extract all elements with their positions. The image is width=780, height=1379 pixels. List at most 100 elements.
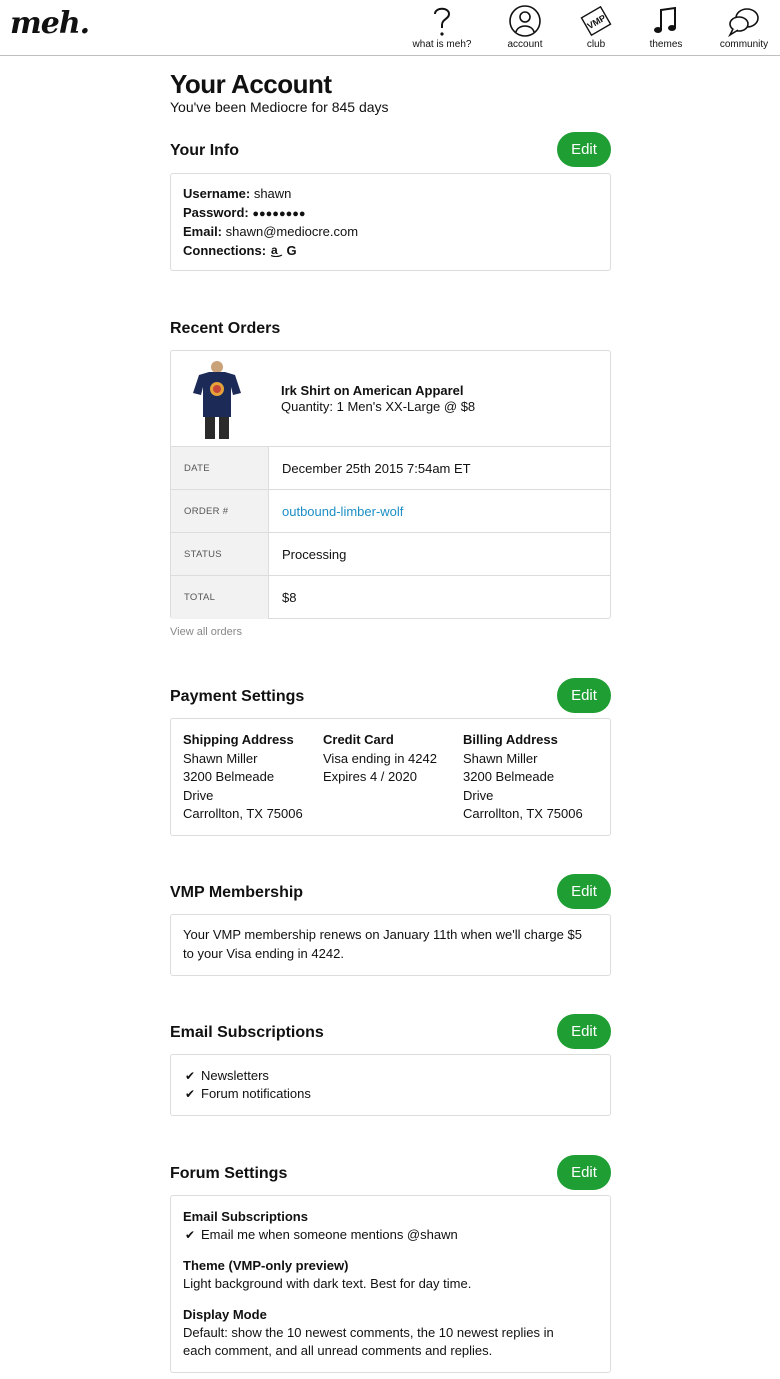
billing-name: Shawn Miller xyxy=(463,750,538,766)
row-label: DATE xyxy=(171,447,269,489)
section-title: VMP Membership xyxy=(170,884,304,901)
connections-line: Connections: a G xyxy=(183,242,598,261)
order-number-link[interactable]: outbound-limber-wolf xyxy=(282,490,403,533)
row-label: ORDER # xyxy=(171,490,269,532)
meh-logo[interactable]: meh. xyxy=(10,6,90,41)
section-title: Payment Settings xyxy=(170,688,305,705)
edit-forum-settings-button[interactable]: Edit xyxy=(557,1155,611,1190)
shipping-street2: Drive xyxy=(183,787,214,803)
user-icon xyxy=(509,5,541,37)
email-value: shawn@mediocre.com xyxy=(225,224,359,239)
edit-vmp-button[interactable]: Edit xyxy=(557,874,611,909)
email-subscriptions-card: ✔ Newsletters ✔ Forum notifications xyxy=(170,1054,611,1116)
order-quantity: Quantity: 1 Men's XX-Large @ $8 xyxy=(281,399,476,414)
card-title: Credit Card xyxy=(323,732,394,747)
billing-address: Billing Address Shawn Miller 3200 Belmea… xyxy=(463,731,583,824)
forum-display-heading: Display Mode xyxy=(183,1307,267,1322)
billing-street2: Drive xyxy=(463,787,494,803)
nav-label: what is meh? xyxy=(412,39,472,50)
row-label: STATUS xyxy=(171,533,269,575)
checkmark-icon: ✔ xyxy=(185,1087,196,1101)
recent-orders-header: Recent Orders xyxy=(170,310,611,346)
username-value: shawn xyxy=(253,186,292,201)
email-subscriptions-header: Email Subscriptions Edit xyxy=(170,1014,611,1050)
payment-settings-card: Shipping Address Shawn Miller 3200 Belme… xyxy=(170,718,611,836)
nav-label: themes xyxy=(649,39,683,50)
nav-label: community xyxy=(719,39,769,50)
forum-settings-header: Forum Settings Edit xyxy=(170,1155,611,1191)
svg-text:G: G xyxy=(287,244,297,257)
order-summary: Irk Shirt on American Apparel Quantity: … xyxy=(171,351,610,447)
credit-card: Credit Card Visa ending in 4242 Expires … xyxy=(323,731,437,787)
nav-themes[interactable]: themes xyxy=(630,0,702,55)
email-label: Email: xyxy=(183,224,223,239)
order-status: Processing xyxy=(282,547,347,562)
section-title: Email Subscriptions xyxy=(170,1024,324,1041)
vmp-line1: Your VMP membership renews on January 11… xyxy=(183,927,582,942)
shipping-title: Shipping Address xyxy=(183,732,294,747)
forum-email-item: ✔ Email me when someone mentions @shawn xyxy=(183,1226,598,1244)
order-product-name[interactable]: Irk Shirt on American Apparel xyxy=(281,383,464,398)
billing-city: Carrollton, TX 75006 xyxy=(463,806,583,821)
forum-email-label: Email me when someone mentions @shawn xyxy=(201,1227,458,1242)
shipping-address: Shipping Address Shawn Miller 3200 Belme… xyxy=(183,731,303,824)
shipping-street1: 3200 Belmeade xyxy=(183,769,275,784)
nav-label: account xyxy=(507,39,543,50)
connections-label: Connections: xyxy=(183,242,267,258)
billing-street1: 3200 Belmeade xyxy=(463,769,555,784)
section-title: Your Info xyxy=(170,142,240,159)
forum-email-heading: Email Subscriptions xyxy=(183,1209,308,1224)
card-line1: Visa ending in 4242 xyxy=(323,750,437,766)
order-date: December 25th 2015 7:54am ET xyxy=(282,461,471,476)
shipping-name: Shawn Miller xyxy=(183,750,258,766)
edit-email-subscriptions-button[interactable]: Edit xyxy=(557,1014,611,1049)
password-label: Password: xyxy=(183,204,249,220)
shipping-city: Carrollton, TX 75006 xyxy=(183,806,303,821)
order-total-row: TOTAL $8 xyxy=(171,576,610,619)
nav-community[interactable]: community xyxy=(708,0,780,55)
edit-your-info-button[interactable]: Edit xyxy=(557,132,611,167)
nav-what-is-meh[interactable]: what is meh? xyxy=(406,0,478,55)
edit-payment-button[interactable]: Edit xyxy=(557,678,611,713)
forum-theme-text: Light background with dark text. Best fo… xyxy=(183,1276,472,1291)
forum-display-line1: Default: show the 10 newest comments, th… xyxy=(183,1325,554,1340)
order-date-row: DATE December 25th 2015 7:54am ET xyxy=(171,447,610,490)
card-line2: Expires 4 / 2020 xyxy=(323,769,417,784)
vmp-icon: VMP xyxy=(580,5,612,37)
subscription-item: ✔ Newsletters xyxy=(185,1067,596,1085)
order-number-row: ORDER # outbound-limber-wolf xyxy=(171,490,610,533)
vmp-membership-card: Your VMP membership renews on January 11… xyxy=(170,914,611,976)
password-value: ●●●●●●●● xyxy=(252,207,306,220)
recent-order-card: Irk Shirt on American Apparel Quantity: … xyxy=(170,350,611,619)
password-line: Password: ●●●●●●●● xyxy=(183,204,598,224)
page-subtitle: You've been Mediocre for 845 days xyxy=(170,99,389,115)
section-title: Recent Orders xyxy=(170,320,281,337)
account-main: Your Account You've been Mediocre for 84… xyxy=(170,68,611,1373)
your-info-header: Your Info Edit xyxy=(170,132,611,168)
subscription-label: Forum notifications xyxy=(201,1086,311,1101)
subscription-item: ✔ Forum notifications xyxy=(185,1085,596,1103)
order-status-row: STATUS Processing xyxy=(171,533,610,576)
google-icon[interactable]: G xyxy=(286,243,299,258)
top-nav-bar: meh. what is meh? account VMP club theme… xyxy=(0,0,780,56)
payment-settings-header: Payment Settings Edit xyxy=(170,678,611,714)
view-all-orders-link[interactable]: View all orders xyxy=(170,626,242,638)
nav-label: club xyxy=(586,39,606,50)
email-line: Email: shawn@mediocre.com xyxy=(183,223,598,242)
your-info-card: Username: shawn Password: ●●●●●●●● Email… xyxy=(170,173,611,271)
checkmark-icon: ✔ xyxy=(185,1228,196,1242)
nav-account[interactable]: account xyxy=(489,0,561,55)
username-line: Username: shawn xyxy=(183,185,598,204)
nav-club[interactable]: VMP club xyxy=(560,0,632,55)
vmp-line2: to your Visa ending in 4242. xyxy=(183,945,344,961)
amazon-icon[interactable]: a xyxy=(270,243,283,257)
section-title: Forum Settings xyxy=(170,1165,288,1182)
vmp-membership-header: VMP Membership Edit xyxy=(170,874,611,910)
shirt-image[interactable] xyxy=(191,359,243,441)
billing-title: Billing Address xyxy=(463,732,558,747)
chat-icon xyxy=(728,8,759,38)
row-label: TOTAL xyxy=(171,576,269,619)
subscription-label: Newsletters xyxy=(201,1068,269,1083)
order-total: $8 xyxy=(282,590,297,605)
forum-theme-heading: Theme (VMP-only preview) xyxy=(183,1258,349,1273)
